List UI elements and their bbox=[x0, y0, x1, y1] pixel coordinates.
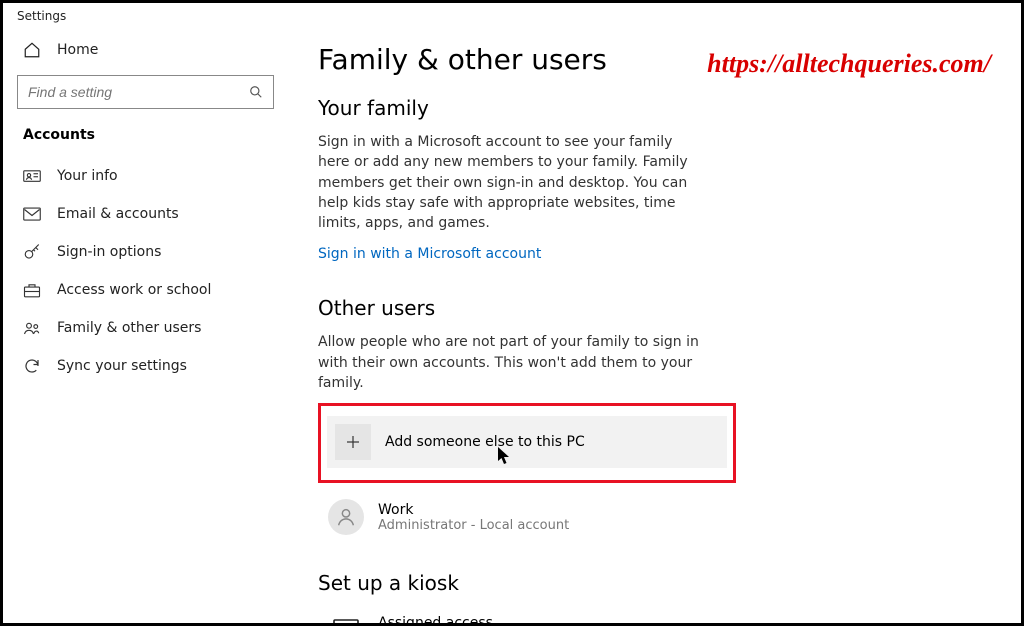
kiosk-heading: Set up a kiosk bbox=[318, 571, 981, 595]
sidebar-item-label: Sign-in options bbox=[57, 244, 161, 260]
add-someone-button[interactable]: Add someone else to this PC bbox=[327, 416, 727, 468]
add-someone-label: Add someone else to this PC bbox=[385, 434, 585, 450]
search-input[interactable] bbox=[18, 84, 239, 100]
add-someone-highlight-box: Add someone else to this PC bbox=[318, 403, 736, 483]
sidebar: Home Accounts Your info Email & acco bbox=[3, 25, 288, 623]
sidebar-item-sync-settings[interactable]: Sync your settings bbox=[3, 347, 288, 385]
people-icon bbox=[23, 319, 41, 337]
sidebar-section-label: Accounts bbox=[3, 123, 288, 157]
other-user-entry[interactable]: Work Administrator - Local account bbox=[318, 493, 738, 541]
sidebar-item-label: Your info bbox=[57, 168, 118, 184]
sidebar-item-label: Sync your settings bbox=[57, 358, 187, 374]
your-family-description: Sign in with a Microsoft account to see … bbox=[318, 132, 708, 233]
search-icon bbox=[239, 85, 273, 99]
other-users-heading: Other users bbox=[318, 296, 981, 320]
id-card-icon bbox=[23, 167, 41, 185]
sync-icon bbox=[23, 357, 41, 375]
other-user-subtitle: Administrator - Local account bbox=[378, 518, 569, 533]
nav-home-label: Home bbox=[57, 42, 98, 58]
avatar-icon bbox=[328, 499, 364, 535]
other-users-description: Allow people who are not part of your fa… bbox=[318, 332, 708, 393]
sidebar-item-email-accounts[interactable]: Email & accounts bbox=[3, 195, 288, 233]
page-heading: Family & other users bbox=[318, 43, 981, 76]
home-icon bbox=[23, 41, 41, 59]
sidebar-item-sign-in-options[interactable]: Sign-in options bbox=[3, 233, 288, 271]
sidebar-item-label: Email & accounts bbox=[57, 206, 179, 222]
sidebar-item-label: Access work or school bbox=[57, 282, 211, 298]
search-input-container[interactable] bbox=[17, 75, 274, 109]
nav-home[interactable]: Home bbox=[3, 31, 288, 69]
mail-icon bbox=[23, 205, 41, 223]
key-icon bbox=[23, 243, 41, 261]
sidebar-item-label: Family & other users bbox=[57, 320, 201, 336]
your-family-heading: Your family bbox=[318, 96, 981, 120]
app-title: Settings bbox=[3, 3, 1021, 25]
plus-icon bbox=[335, 424, 371, 460]
briefcase-icon bbox=[23, 281, 41, 299]
sidebar-item-family-other-users[interactable]: Family & other users bbox=[3, 309, 288, 347]
monitor-icon bbox=[328, 613, 364, 623]
main-content: Family & other users Your family Sign in… bbox=[288, 25, 1021, 623]
sidebar-item-access-work-school[interactable]: Access work or school bbox=[3, 271, 288, 309]
assigned-access-title: Assigned access bbox=[378, 615, 708, 623]
sidebar-item-your-info[interactable]: Your info bbox=[3, 157, 288, 195]
assigned-access-button[interactable]: Assigned access Set up this device as a … bbox=[318, 607, 738, 623]
other-user-name: Work bbox=[378, 502, 569, 518]
sign-in-microsoft-link[interactable]: Sign in with a Microsoft account bbox=[318, 246, 541, 262]
